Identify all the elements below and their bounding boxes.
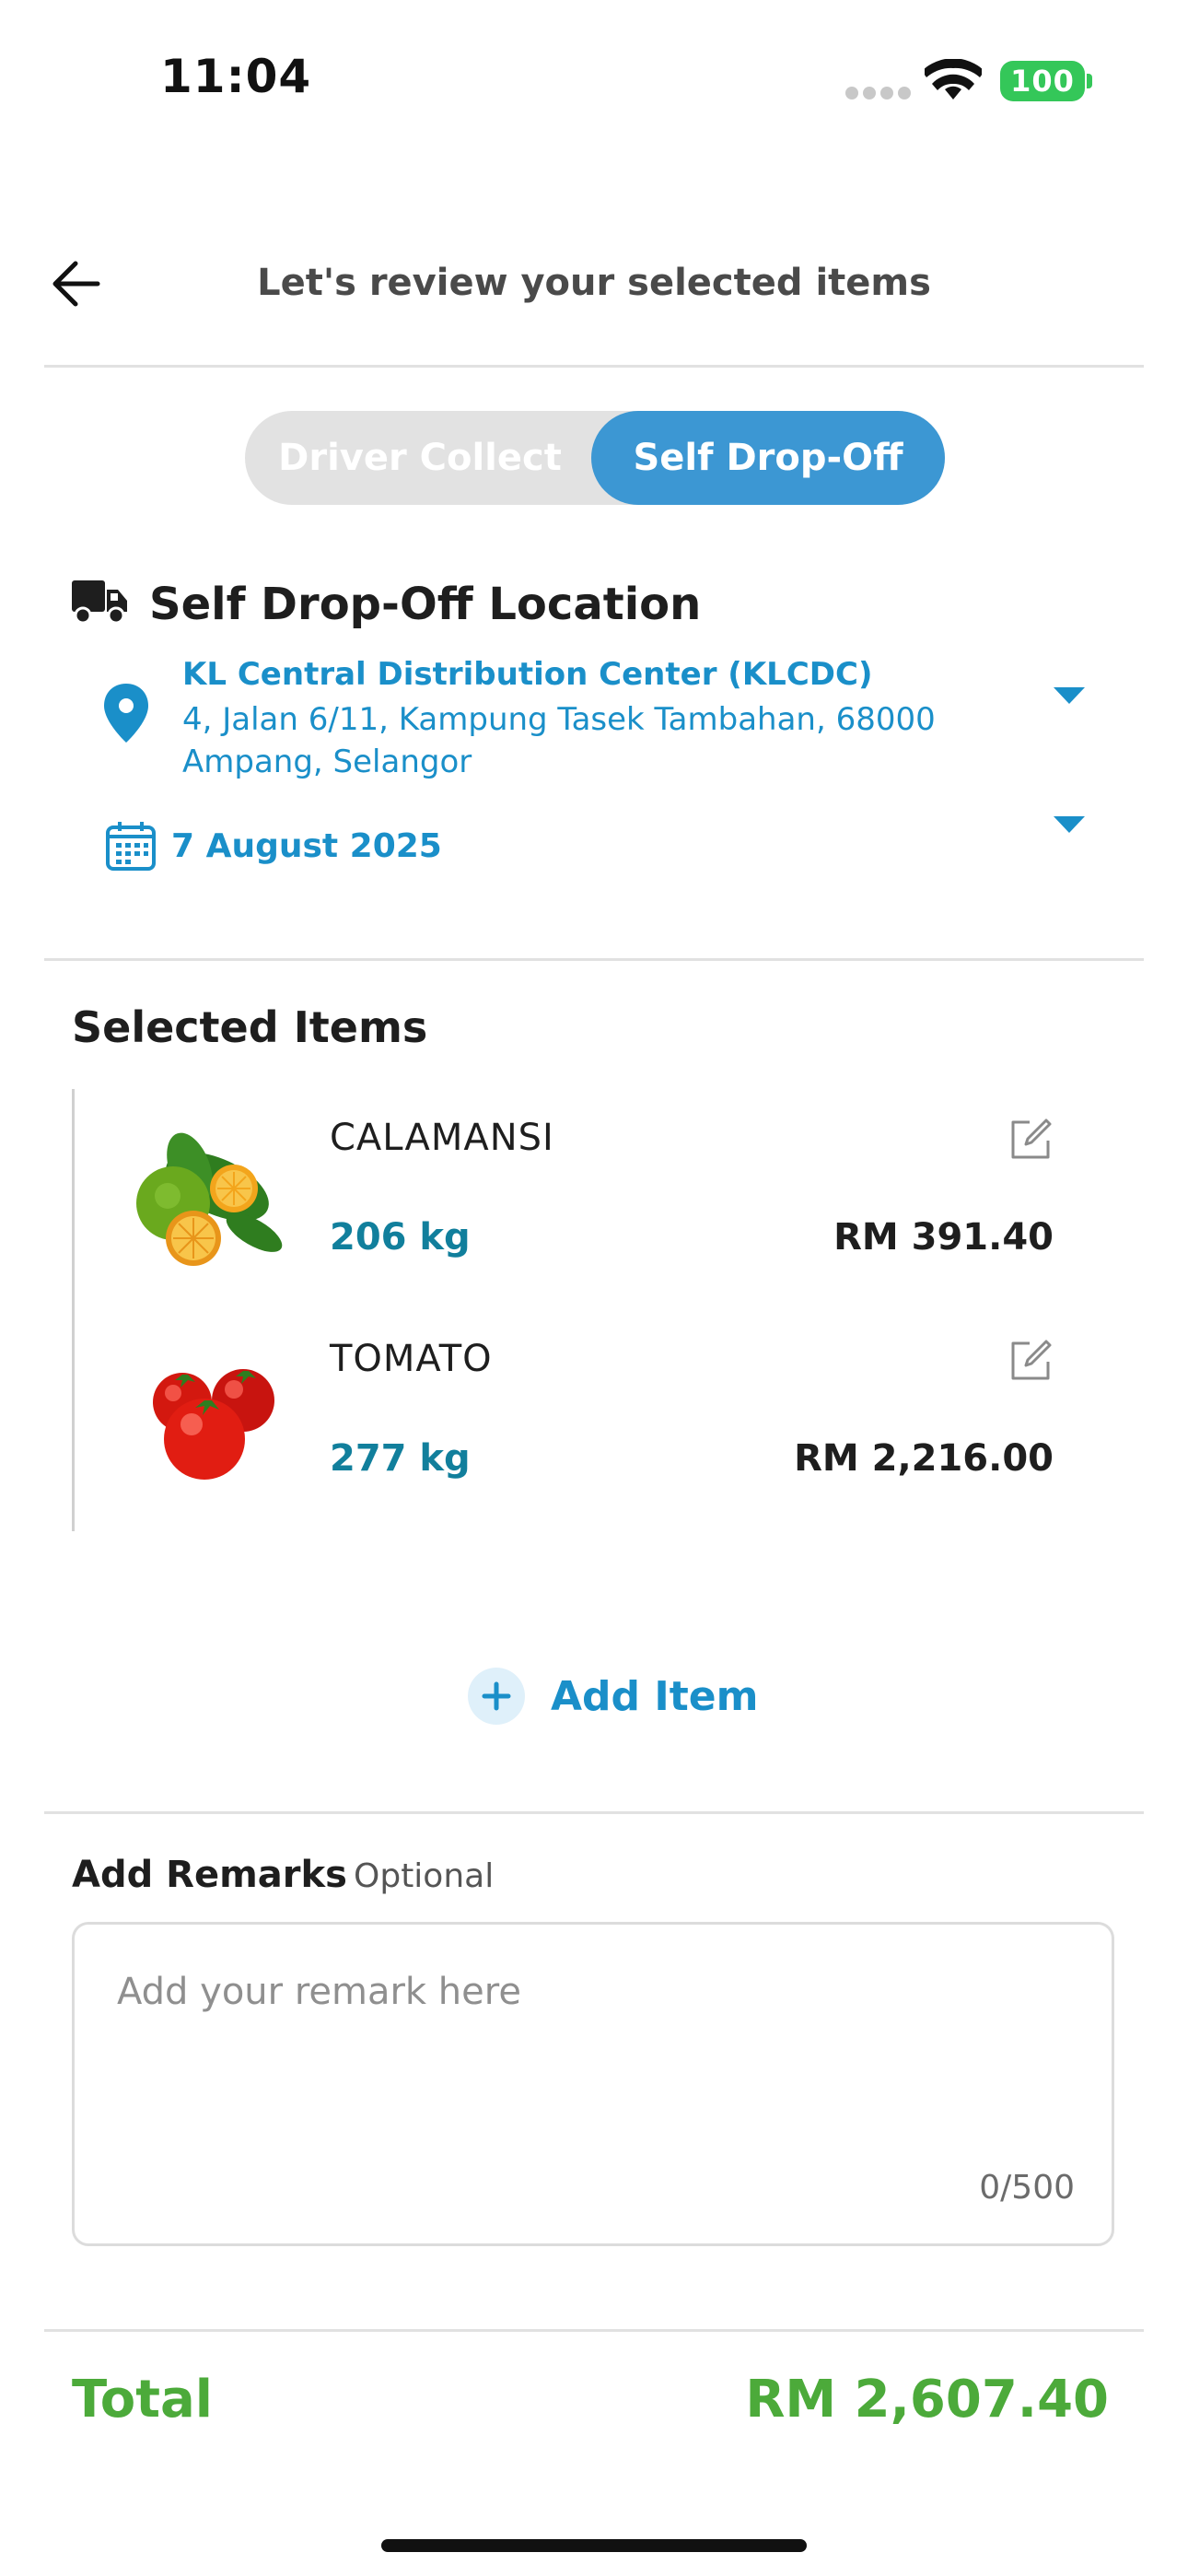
section-divider xyxy=(44,1811,1144,1814)
header-divider xyxy=(44,365,1144,368)
location-name[interactable]: KL Central Distribution Center (KLCDC) xyxy=(182,656,873,693)
battery-cap xyxy=(1087,74,1092,88)
location-pin-icon xyxy=(104,684,148,743)
add-item-button[interactable]: Add Item xyxy=(551,1673,758,1720)
calamansi-image xyxy=(136,1132,283,1266)
truck-icon xyxy=(72,580,127,625)
drop-off-date[interactable]: 7 August 2025 xyxy=(171,827,442,865)
item-quantity: 206 kg xyxy=(330,1216,471,1259)
section-divider xyxy=(44,2329,1144,2332)
items-rail xyxy=(72,1089,75,1531)
add-item-plus-icon[interactable] xyxy=(468,1668,525,1725)
calendar-icon xyxy=(106,822,156,871)
date-dropdown-icon[interactable] xyxy=(1054,816,1085,833)
remarks-character-counter: 0/500 xyxy=(979,2169,1075,2207)
remarks-optional-label: Optional xyxy=(354,1857,495,1895)
wifi-icon xyxy=(925,59,982,100)
status-time: 11:04 xyxy=(160,50,312,103)
home-indicator[interactable] xyxy=(381,2539,807,2552)
location-dropdown-icon[interactable] xyxy=(1054,687,1085,704)
battery-icon: 100 xyxy=(1000,61,1085,101)
tomato-image xyxy=(153,1369,274,1480)
remarks-heading: Add Remarks xyxy=(72,1854,347,1896)
remarks-field: 0/500 xyxy=(72,1922,1114,2246)
selected-items-heading: Selected Items xyxy=(72,1002,428,1052)
cellular-signal-icon xyxy=(845,87,912,100)
remarks-input[interactable] xyxy=(117,1971,1066,2164)
item-name: TOMATO xyxy=(330,1338,493,1380)
location-address[interactable]: 4, Jalan 6/11, Kampung Tasek Tambahan, 6… xyxy=(182,698,974,783)
item-quantity: 277 kg xyxy=(330,1437,471,1480)
drop-off-location-heading: Self Drop-Off Location xyxy=(149,579,702,630)
toggle-driver-collect[interactable]: Driver Collect xyxy=(245,411,595,505)
item-price: RM 2,216.00 xyxy=(794,1437,1054,1480)
edit-icon[interactable] xyxy=(1007,1117,1054,1163)
item-name: CALAMANSI xyxy=(330,1117,554,1159)
section-divider xyxy=(44,958,1144,961)
toggle-self-drop-off[interactable]: Self Drop-Off xyxy=(591,411,945,505)
total-value: RM 2,607.40 xyxy=(745,2370,1109,2430)
total-label: Total xyxy=(72,2370,213,2430)
edit-icon[interactable] xyxy=(1007,1338,1054,1384)
item-price: RM 391.40 xyxy=(833,1216,1054,1259)
page-title: Let's review your selected items xyxy=(257,262,931,304)
